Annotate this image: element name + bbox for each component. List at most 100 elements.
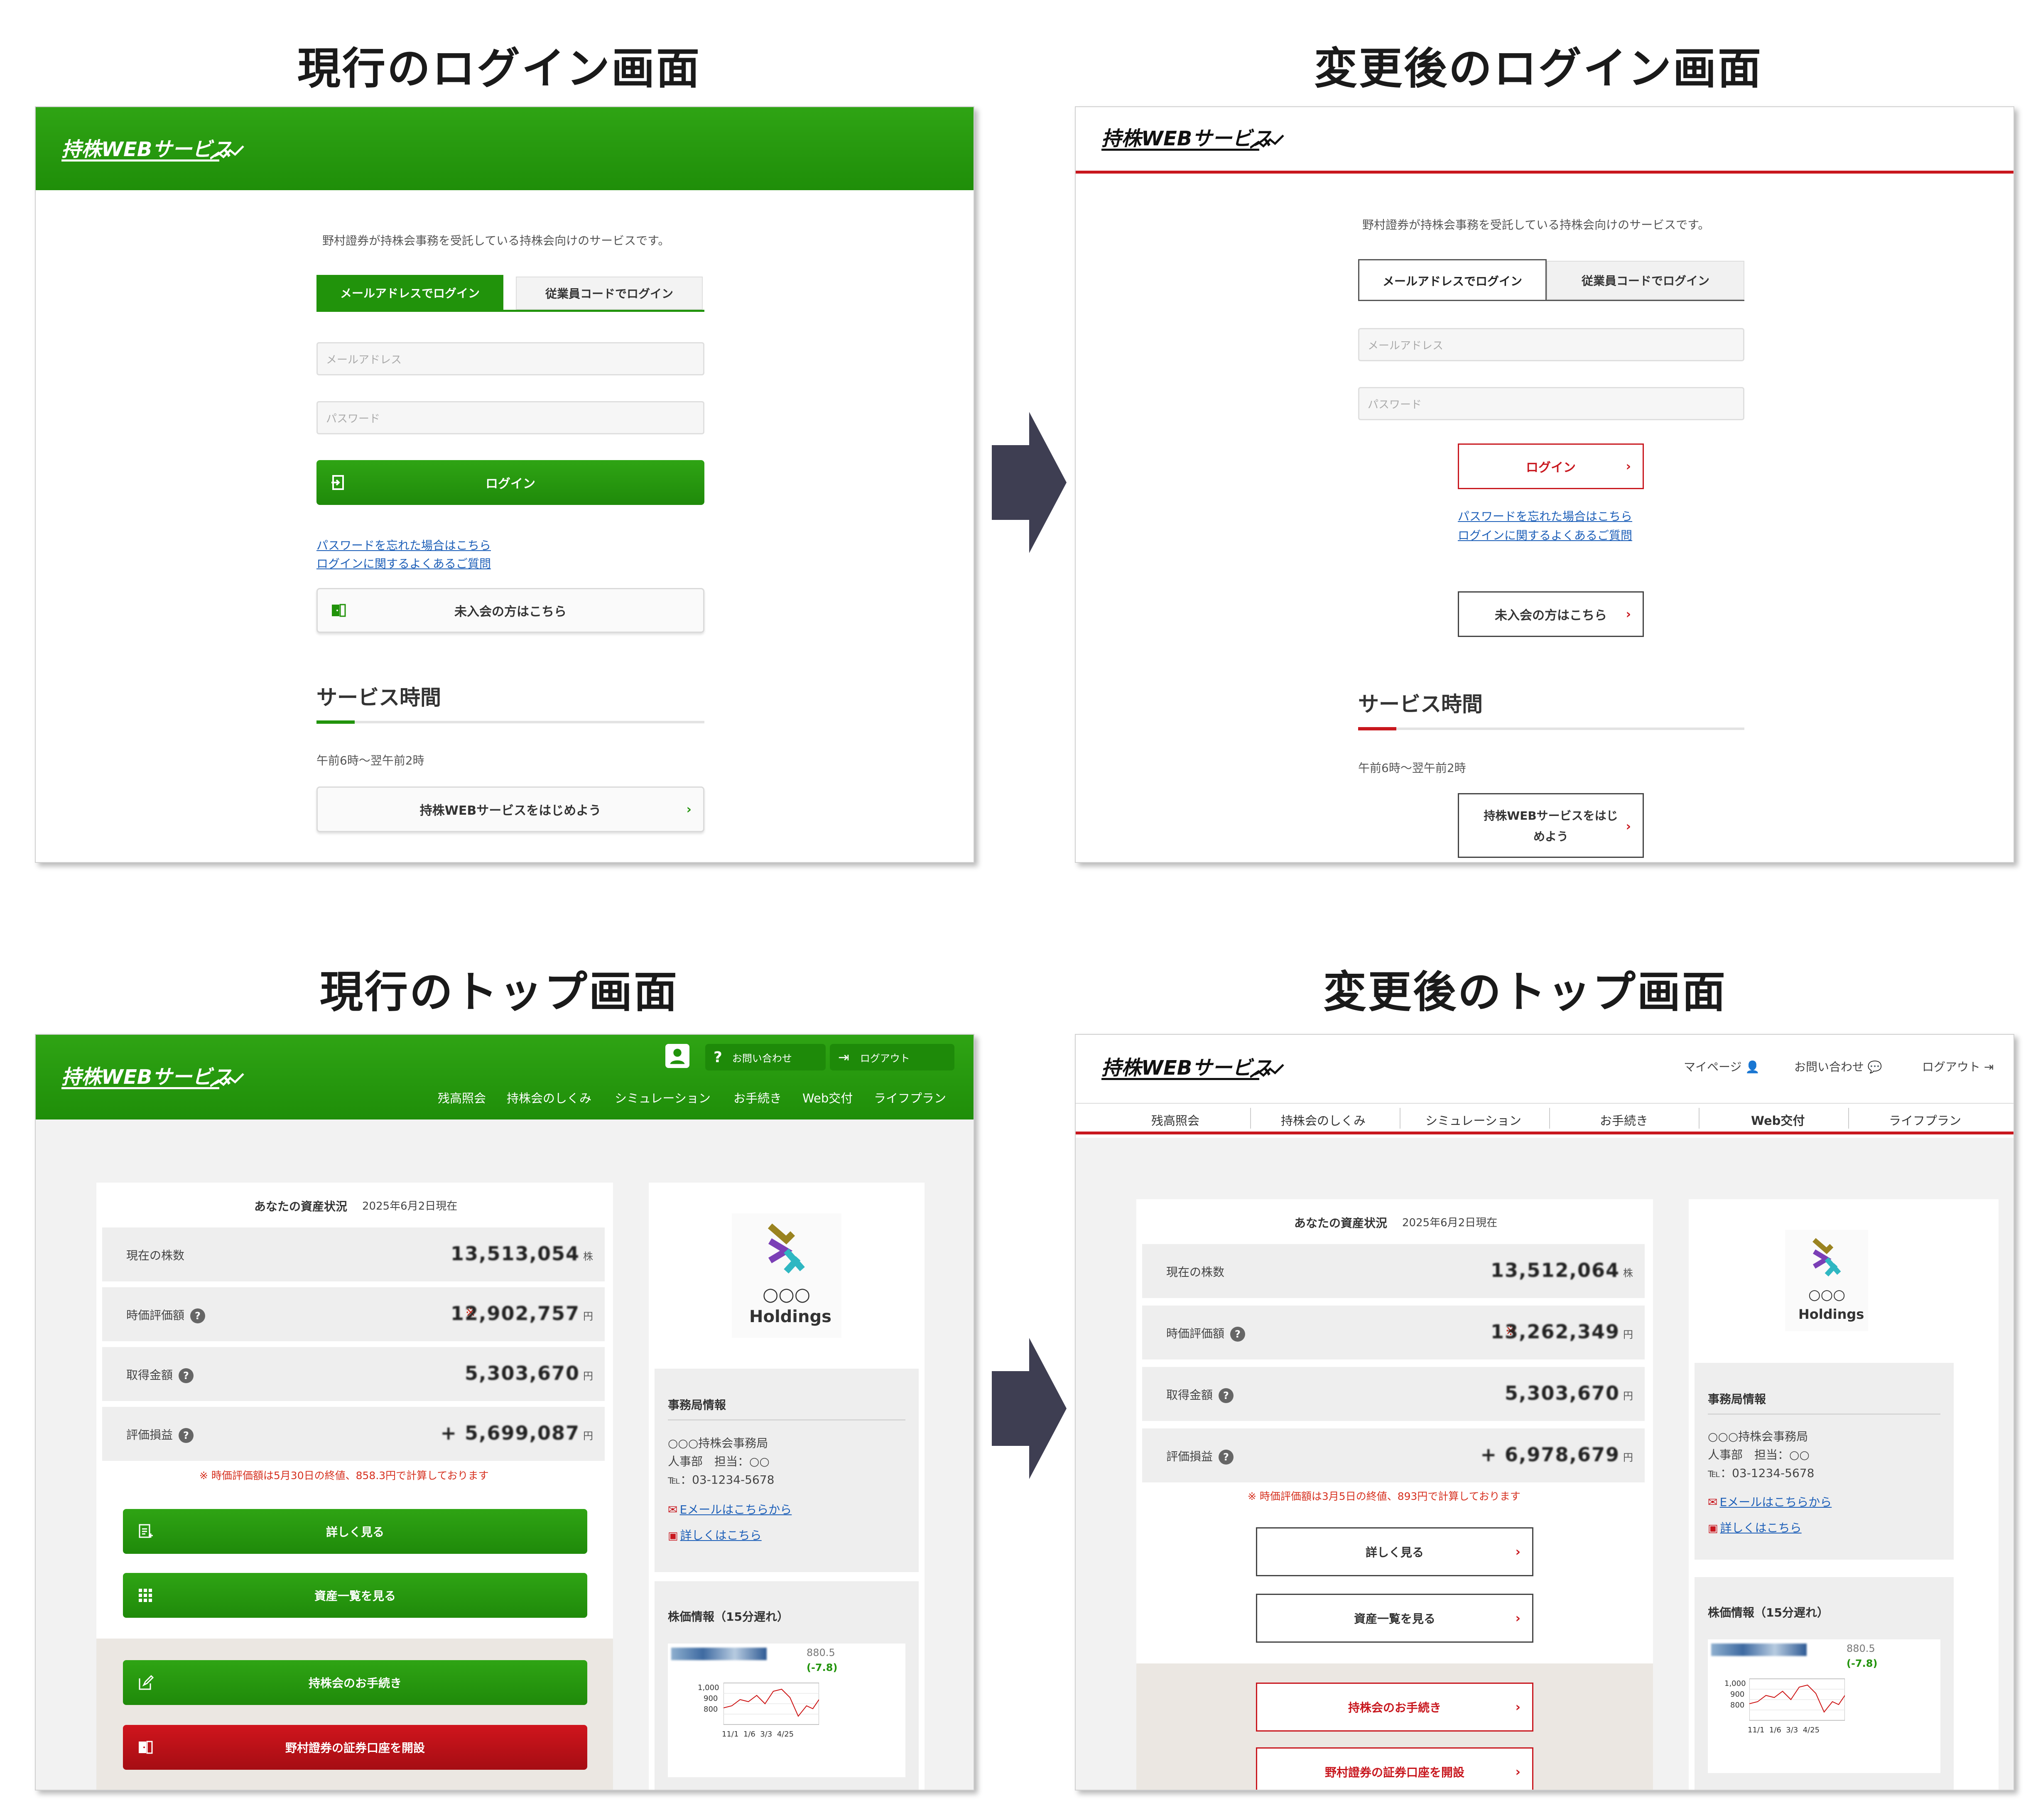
office-mail-link[interactable]: Eメールはこちらから xyxy=(680,1503,792,1516)
open-account-button-label: 野村證券の証券口座を開設 xyxy=(1324,1766,1464,1779)
tab-employee-login[interactable]: 従業員コードでログイン xyxy=(516,277,703,310)
forgot-password-link[interactable]: パスワードを忘れた場合はこちら xyxy=(316,536,491,553)
detail-button[interactable]: 詳しく見る › xyxy=(1256,1527,1533,1576)
procedure-button[interactable]: 持株会のお手続き xyxy=(123,1660,587,1705)
join-button[interactable]: 未入会の方はこちら › xyxy=(1458,591,1644,637)
help-icon[interactable]: ? xyxy=(190,1308,206,1323)
office-detail[interactable]: ▣ 詳しくはこちら xyxy=(1708,1519,1802,1536)
start-service-label-line2: めよう xyxy=(1533,830,1568,843)
nav-item-life-plan[interactable]: ライフプラン xyxy=(1889,1111,1961,1129)
tab-employee-login[interactable]: 従業員コードでログイン xyxy=(1547,261,1744,300)
service-time-heading: サービス時間 xyxy=(1358,692,1483,716)
nav-item-life-plan[interactable]: ライフプラン xyxy=(874,1089,946,1106)
email-field[interactable]: メールアドレス xyxy=(1358,328,1744,361)
logo-underline xyxy=(61,159,219,162)
mypage-user-icon[interactable] xyxy=(665,1044,689,1068)
detail-button[interactable]: 詳しく見る xyxy=(123,1509,587,1554)
mypage-link[interactable]: マイページ 👤 xyxy=(1684,1058,1760,1075)
document-icon xyxy=(139,1524,153,1538)
stock-chart-header-blurred xyxy=(1711,1644,1807,1656)
row-value: + 5,699,087 xyxy=(440,1422,580,1444)
nav-item-balance[interactable]: 残高照会 xyxy=(438,1089,486,1106)
login-button-label: ログイン xyxy=(1526,461,1576,475)
nav-item-mechanism[interactable]: 持株会のしくみ xyxy=(1281,1111,1366,1129)
office-detail-link[interactable]: 詳しくはこちら xyxy=(1720,1521,1802,1535)
chevron-right-icon: › xyxy=(1515,1764,1521,1779)
nav-item-simulation[interactable]: シミュレーション xyxy=(1425,1111,1521,1129)
login-button[interactable]: ログイン › xyxy=(1458,443,1644,489)
company-logo-name: Holdings xyxy=(1798,1306,1864,1322)
logo[interactable]: 持株WEBサービス xyxy=(1101,1051,1272,1080)
company-logo-name: Holdings xyxy=(749,1307,831,1326)
row-unit: 円 xyxy=(583,1370,593,1382)
logo[interactable]: 持株WEBサービス xyxy=(61,1061,232,1090)
logo-underline xyxy=(1101,1078,1259,1080)
start-service-label-line1: 持株WEBサービスをはじ xyxy=(1484,809,1618,823)
stock-xticks: 11/1 1/6 3/3 4/25 xyxy=(722,1730,794,1739)
office-info-rule xyxy=(1708,1413,1940,1415)
nav-divider xyxy=(1250,1108,1251,1129)
stock-info-card: 株価情報（15分遅れ） 880.5 (-7.8) 1,000 900 800 1… xyxy=(1695,1577,1954,1790)
login-intro: 野村證券が持株会事務を受託している持株会向けのサービスです。 xyxy=(1362,218,1710,232)
tab-email-login[interactable]: メールアドレスでログイン xyxy=(316,275,503,311)
start-service-button[interactable]: 持株WEBサービスをはじめよう › xyxy=(316,786,704,832)
login-faq-link[interactable]: ログインに関するよくあるご質問 xyxy=(316,555,491,571)
nav-item-web-delivery[interactable]: Web交付 xyxy=(1751,1111,1805,1129)
nav-item-web-delivery[interactable]: Web交付 xyxy=(802,1089,853,1106)
join-button[interactable]: 未入会の方はこちら xyxy=(316,588,704,633)
office-detail-link[interactable]: 詳しくはこちら xyxy=(680,1529,762,1542)
help-icon[interactable]: ? xyxy=(1219,1388,1234,1403)
logo[interactable]: 持株WEBサービス xyxy=(61,133,232,162)
help-icon[interactable]: ? xyxy=(179,1368,194,1383)
open-account-button[interactable]: 野村證券の証券口座を開設 xyxy=(123,1725,587,1770)
asset-list-button[interactable]: 資産一覧を見る › xyxy=(1256,1594,1533,1643)
nav-item-simulation[interactable]: シミュレーション xyxy=(615,1089,711,1106)
edit-icon xyxy=(139,1675,154,1690)
stock-ytick: 800 xyxy=(704,1705,718,1714)
company-logo-circles: ○○○ xyxy=(1808,1286,1846,1303)
contact-label: お問い合わせ xyxy=(1794,1060,1864,1074)
procedure-button[interactable]: 持株会のお手続き › xyxy=(1256,1683,1533,1732)
tab-email-login[interactable]: メールアドレスでログイン xyxy=(1358,259,1547,301)
login-intro: 野村證券が持株会事務を受託している持株会向けのサービスです。 xyxy=(322,234,670,247)
login-button[interactable]: ログイン xyxy=(316,460,704,505)
help-icon[interactable]: ? xyxy=(179,1428,194,1443)
stock-xticks: 11/1 1/6 3/3 4/25 xyxy=(1748,1726,1820,1734)
row-shares: 現在の株数 13,513,054 株 xyxy=(102,1227,605,1281)
row-unit: 株 xyxy=(1623,1267,1633,1279)
start-service-button[interactable]: 持株WEBサービスをはじ めよう › xyxy=(1458,793,1644,858)
nav-item-procedures[interactable]: お手続き xyxy=(1600,1111,1648,1129)
stock-ytick: 900 xyxy=(1730,1690,1745,1699)
nav-item-mechanism[interactable]: 持株会のしくみ xyxy=(507,1089,591,1106)
contact-link[interactable]: お問い合わせ 💬 xyxy=(1794,1058,1882,1075)
office-mail[interactable]: ✉ Eメールはこちらから xyxy=(668,1501,792,1517)
office-mail[interactable]: ✉ Eメールはこちらから xyxy=(1708,1493,1832,1510)
logout-button[interactable]: ⇥ ログアウト xyxy=(830,1044,954,1070)
help-icon[interactable]: ? xyxy=(1230,1327,1246,1342)
chevron-right-icon: › xyxy=(1515,1611,1521,1626)
procedure-button-label: 持株会のお手続き xyxy=(1348,1701,1441,1715)
logo[interactable]: 持株WEBサービス xyxy=(1101,122,1272,151)
contact-button[interactable]: ? お問い合わせ xyxy=(705,1044,826,1070)
login-faq-link[interactable]: ログインに関するよくあるご質問 xyxy=(1458,527,1632,543)
mail-icon: ✉ xyxy=(1708,1495,1718,1509)
join-button-label: 未入会の方はこちら xyxy=(454,605,567,619)
forgot-password-link[interactable]: パスワードを忘れた場合はこちら xyxy=(1458,507,1632,524)
office-dept: 人事部 担当：○○ xyxy=(668,1455,770,1468)
nav-item-procedures[interactable]: お手続き xyxy=(733,1089,782,1106)
tab-underline xyxy=(1358,300,1744,301)
open-account-button[interactable]: 野村證券の証券口座を開設 › xyxy=(1256,1747,1533,1790)
title-new-login: 変更後のログイン画面 xyxy=(1314,43,1763,94)
password-field[interactable]: パスワード xyxy=(316,401,704,434)
office-detail[interactable]: ▣ 詳しくはこちら xyxy=(668,1526,762,1543)
panel-current-top: 持株WEBサービス ? お問い合わせ ⇥ ログアウト 残高照会 持株会のしくみ … xyxy=(35,1034,974,1791)
asset-list-button[interactable]: 資産一覧を見る xyxy=(123,1573,587,1618)
help-icon[interactable]: ? xyxy=(1219,1450,1234,1465)
assets-title: あなたの資産状況 xyxy=(254,1200,348,1213)
email-field[interactable]: メールアドレス xyxy=(316,342,704,375)
logout-link[interactable]: ログアウト ⇥ xyxy=(1922,1058,1994,1075)
row-label: 時価評価額? xyxy=(1166,1325,1246,1342)
password-field[interactable]: パスワード xyxy=(1358,387,1744,420)
nav-item-balance[interactable]: 残高照会 xyxy=(1151,1111,1199,1129)
office-mail-link[interactable]: Eメールはこちらから xyxy=(1720,1495,1832,1509)
